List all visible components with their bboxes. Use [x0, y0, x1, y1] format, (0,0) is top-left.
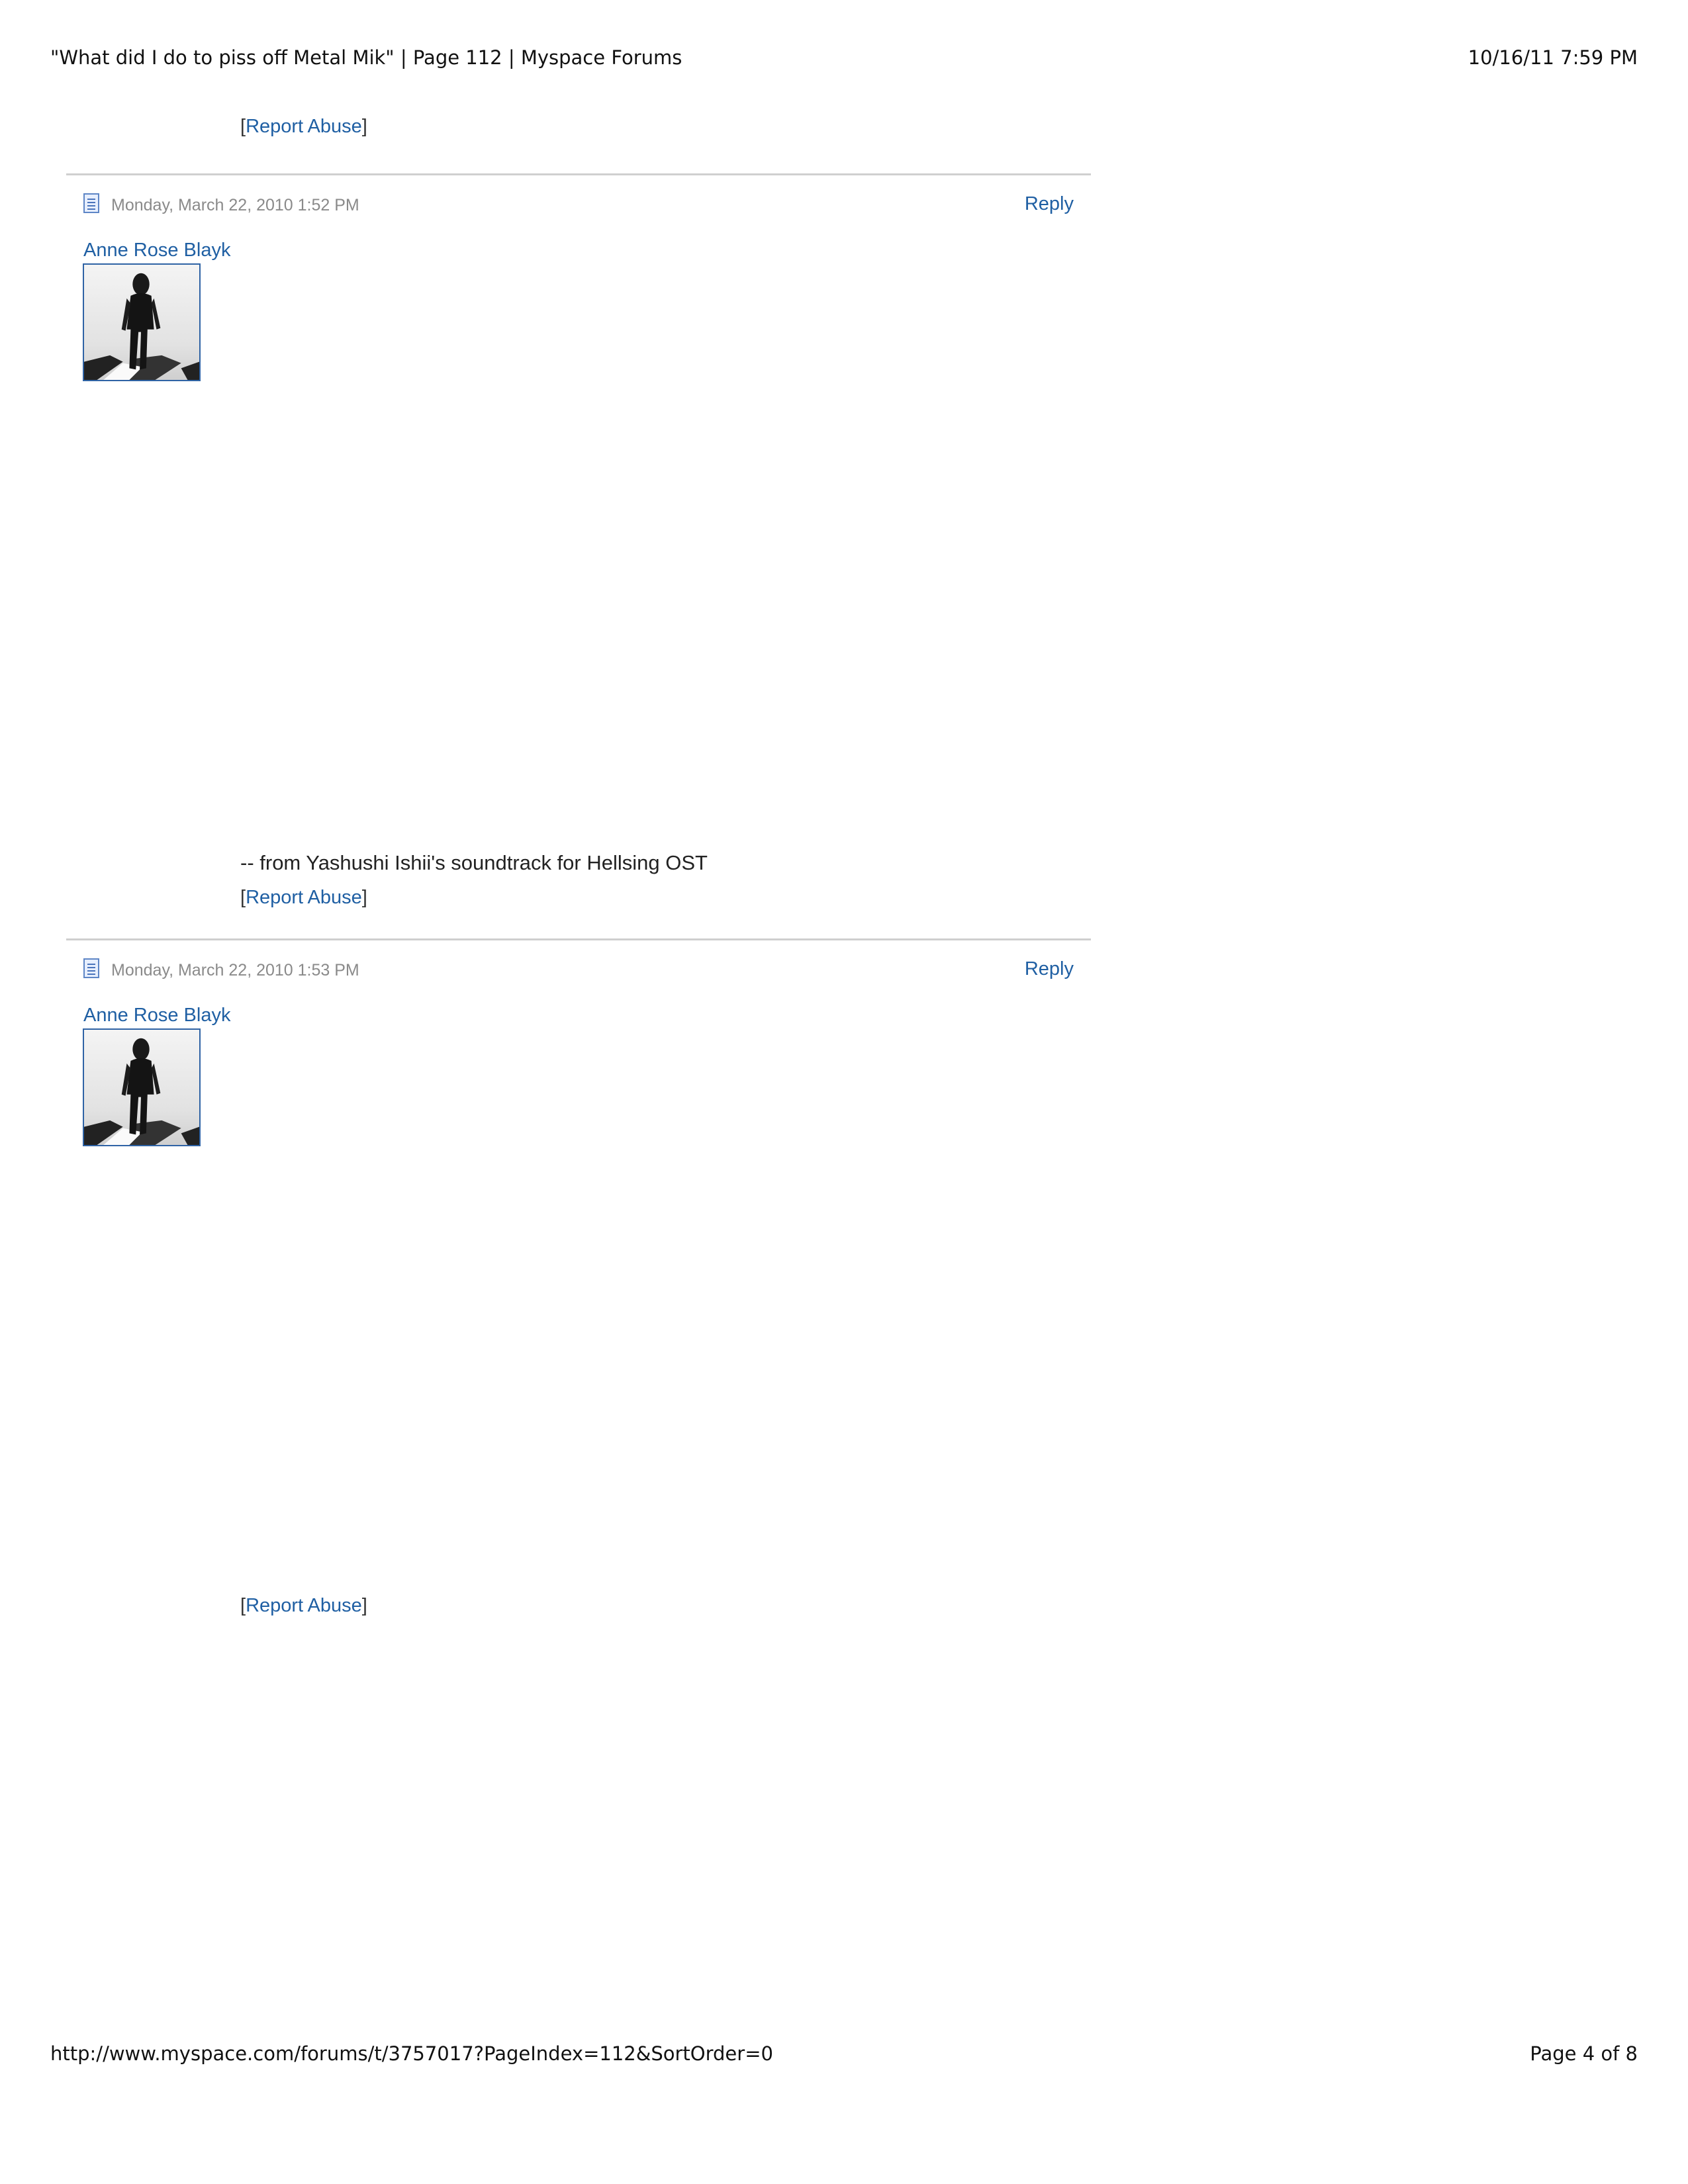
- print-datetime: 10/16/11 7:59 PM: [1468, 46, 1638, 69]
- author-link[interactable]: Anne Rose Blayk: [83, 1005, 230, 1026]
- report-abuse-line: [Report Abuse]: [240, 116, 367, 137]
- report-abuse-link[interactable]: Report Abuse: [246, 887, 362, 908]
- avatar-image: [84, 265, 199, 380]
- print-footer: http://www.myspace.com/forums/t/3757017?…: [50, 2042, 1638, 2065]
- post-date: Monday, March 22, 2010 1:52 PM: [111, 196, 359, 214]
- author-link[interactable]: Anne Rose Blayk: [83, 240, 230, 261]
- report-abuse-link[interactable]: Report Abuse: [246, 1595, 362, 1616]
- post-divider: [66, 938, 1091, 940]
- post-date: Monday, March 22, 2010 1:53 PM: [111, 961, 359, 979]
- avatar[interactable]: [83, 263, 201, 381]
- report-abuse-line: [Report Abuse]: [240, 887, 367, 908]
- post-body: -- from Yashushi Ishii's soundtrack for …: [240, 851, 708, 874]
- print-header: "What did I do to piss off Metal Mik" | …: [50, 46, 1638, 69]
- post-header: Monday, March 22, 2010 1:53 PM Reply: [83, 958, 1074, 985]
- page-number: Page 4 of 8: [1530, 2042, 1638, 2065]
- document-icon: [83, 958, 99, 978]
- page-url: http://www.myspace.com/forums/t/3757017?…: [50, 2042, 773, 2065]
- post-divider: [66, 173, 1091, 175]
- post-header: Monday, March 22, 2010 1:52 PM Reply: [83, 193, 1074, 220]
- reply-link[interactable]: Reply: [1025, 958, 1074, 980]
- avatar-image: [84, 1030, 199, 1145]
- page-title: "What did I do to piss off Metal Mik" | …: [50, 46, 682, 69]
- avatar[interactable]: [83, 1028, 201, 1146]
- report-abuse-link[interactable]: Report Abuse: [246, 116, 362, 137]
- document-icon: [83, 193, 99, 213]
- reply-link[interactable]: Reply: [1025, 193, 1074, 215]
- report-abuse-line: [Report Abuse]: [240, 1595, 367, 1616]
